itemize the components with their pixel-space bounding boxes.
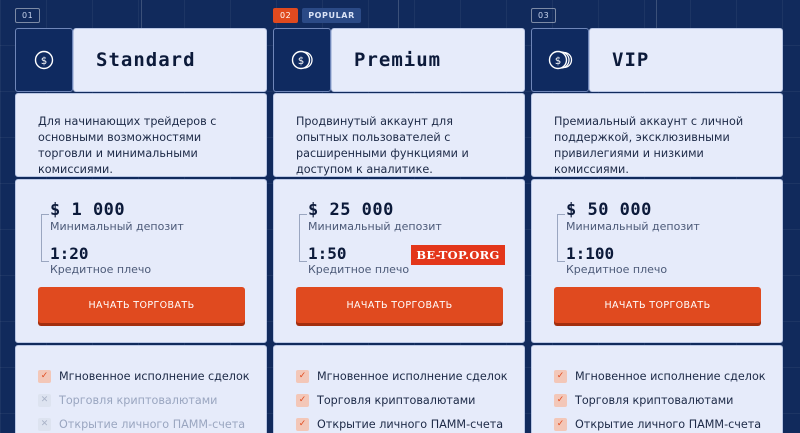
- min-deposit-label: Минимальный депозит: [308, 220, 442, 233]
- min-deposit-label: Минимальный депозит: [566, 220, 700, 233]
- bracket-decoration: [557, 214, 565, 262]
- plan-tags: 03: [531, 8, 557, 23]
- check-icon: ✓: [296, 393, 309, 407]
- plan-card-vip: 03 $ VIP Премиальный аккаунт с личной по…: [531, 0, 783, 433]
- plan-features: ✓ Мгновенное исполнение сделок ✓ Торговл…: [273, 345, 525, 433]
- feature-label: Мгновенное исполнение сделок: [317, 369, 508, 383]
- plan-card-standard: 01 $ Standard Для начинающих трейдеров с…: [15, 0, 267, 433]
- plan-name: Standard: [73, 28, 267, 92]
- svg-text:$: $: [41, 56, 47, 67]
- check-icon: ✓: [296, 417, 309, 431]
- feature-label: Торговля криптовалютами: [59, 393, 218, 407]
- cross-icon: ✕: [38, 393, 51, 407]
- svg-text:$: $: [555, 56, 561, 67]
- feature-label: Открытие личного ПАММ-счета: [575, 417, 762, 431]
- plan-features: ✓ Мгновенное исполнение сделок ✕ Торговл…: [15, 345, 267, 433]
- min-deposit-value: $ 1 000: [50, 200, 126, 220]
- plan-tags: 02 POPULAR: [273, 8, 361, 23]
- feature-item: ✓ Торговля криптовалютами: [554, 388, 782, 412]
- start-trading-button[interactable]: НАЧАТЬ ТОРГОВАТЬ: [554, 287, 761, 323]
- feature-label: Торговля криптовалютами: [575, 393, 734, 407]
- min-deposit-label: Минимальный депозит: [50, 220, 184, 233]
- leverage-label: Кредитное плечо: [50, 263, 152, 276]
- plan-card-premium: 02 POPULAR $ Premium Продвинутый аккаунт…: [273, 0, 525, 433]
- feature-item: ✓ Торговля криптовалютами: [296, 388, 524, 412]
- plan-header: $ Premium: [273, 28, 525, 92]
- plan-description: Продвинутый аккаунт для опытных пользова…: [273, 93, 525, 177]
- plan-description: Премиальный аккаунт с личной поддержкой,…: [531, 93, 783, 177]
- feature-item: ✕ Торговля криптовалютами: [38, 388, 266, 412]
- feature-label: Мгновенное исполнение сделок: [59, 369, 250, 383]
- feature-item: ✓ Мгновенное исполнение сделок: [38, 364, 266, 388]
- plan-pricing: $ 50 000 Минимальный депозит 1:100 Креди…: [531, 179, 783, 343]
- coin-icon: $: [15, 28, 73, 92]
- check-icon: ✓: [554, 369, 567, 383]
- feature-label: Мгновенное исполнение сделок: [575, 369, 766, 383]
- coins-stack-large-icon: $: [531, 28, 589, 92]
- feature-item: ✕ Открытие личного ПАММ-счета: [38, 412, 266, 433]
- plan-features: ✓ Мгновенное исполнение сделок ✓ Торговл…: [531, 345, 783, 433]
- bracket-decoration: [299, 214, 307, 262]
- start-trading-button[interactable]: НАЧАТЬ ТОРГОВАТЬ: [38, 287, 245, 323]
- cross-icon: ✕: [38, 417, 51, 431]
- watermark-label: BE-TOP.ORG: [411, 245, 505, 265]
- coins-stack-icon: $: [273, 28, 331, 92]
- bracket-decoration: [41, 214, 49, 262]
- min-deposit-value: $ 50 000: [566, 200, 652, 220]
- popular-badge: POPULAR: [302, 8, 361, 23]
- plan-name: VIP: [589, 28, 783, 92]
- plan-number-badge: 01: [15, 8, 41, 23]
- check-icon: ✓: [554, 393, 567, 407]
- plan-name: Premium: [331, 28, 525, 92]
- plan-description: Для начинающих трейдеров с основными воз…: [15, 93, 267, 177]
- leverage-value: 1:20: [50, 244, 89, 263]
- check-icon: ✓: [554, 417, 567, 431]
- svg-text:$: $: [298, 56, 304, 67]
- feature-item: ✓ Мгновенное исполнение сделок: [554, 364, 782, 388]
- plan-header: $ Standard: [15, 28, 267, 92]
- feature-item: ✓ Мгновенное исполнение сделок: [296, 364, 524, 388]
- leverage-value: 1:50: [308, 244, 347, 263]
- plan-pricing: $ 1 000 Минимальный депозит 1:20 Кредитн…: [15, 179, 267, 343]
- check-icon: ✓: [296, 369, 309, 383]
- min-deposit-value: $ 25 000: [308, 200, 394, 220]
- start-trading-button[interactable]: НАЧАТЬ ТОРГОВАТЬ: [296, 287, 503, 323]
- leverage-label: Кредитное плечо: [308, 263, 410, 276]
- feature-label: Открытие личного ПАММ-счета: [317, 417, 504, 431]
- leverage-value: 1:100: [566, 244, 615, 263]
- feature-label: Открытие личного ПАММ-счета: [59, 417, 246, 431]
- feature-item: ✓ Открытие личного ПАММ-счета: [296, 412, 524, 433]
- plan-number-badge: 03: [531, 8, 557, 23]
- plan-number-badge: 02: [273, 8, 299, 23]
- feature-item: ✓ Открытие личного ПАММ-счета: [554, 412, 782, 433]
- plan-tags: 01: [15, 8, 41, 23]
- check-icon: ✓: [38, 369, 51, 383]
- leverage-label: Кредитное плечо: [566, 263, 668, 276]
- plan-header: $ VIP: [531, 28, 783, 92]
- feature-label: Торговля криптовалютами: [317, 393, 476, 407]
